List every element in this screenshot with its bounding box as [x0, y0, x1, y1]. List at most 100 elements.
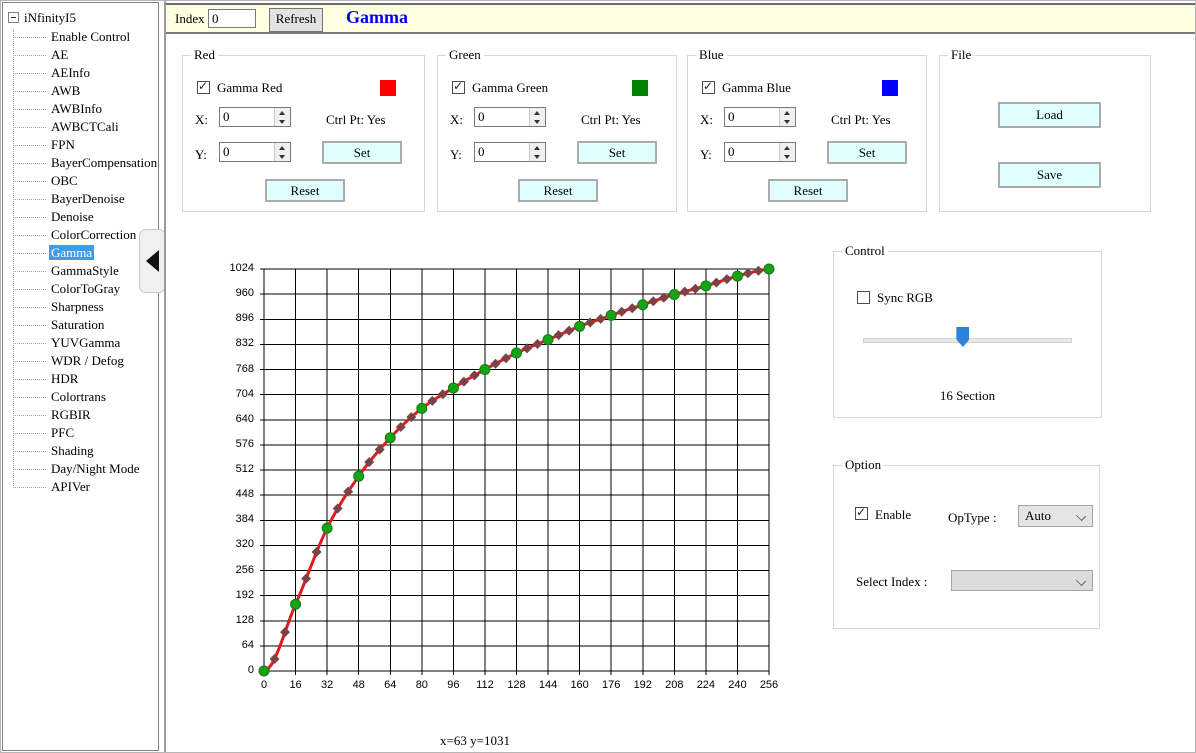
reset-button[interactable]: Reset	[518, 179, 598, 202]
tree-item-saturation[interactable]: Saturation	[3, 316, 158, 334]
control-point-marker[interactable]	[291, 599, 301, 609]
tree-item-enable-control[interactable]: Enable Control	[3, 28, 158, 46]
tree-item-gamma[interactable]: Gamma	[3, 244, 158, 262]
y-label: Y:	[450, 147, 462, 163]
y-spinner[interactable]: 0	[474, 142, 546, 162]
gamma-blue-checkbox[interactable]	[702, 81, 715, 94]
refresh-button[interactable]: Refresh	[269, 8, 323, 32]
x-axis-tick: 256	[754, 679, 784, 691]
reset-button[interactable]: Reset	[768, 179, 848, 202]
select-index-dropdown[interactable]	[951, 570, 1093, 591]
tree-item-shading[interactable]: Shading	[3, 442, 158, 460]
tree-item-fpn[interactable]: FPN	[3, 136, 158, 154]
control-point-marker[interactable]	[669, 290, 679, 300]
blue-color-swatch	[882, 80, 898, 96]
tree-item-denoise[interactable]: Denoise	[3, 208, 158, 226]
y-spinner[interactable]: 0	[219, 142, 291, 162]
tree-item-ae[interactable]: AE	[3, 46, 158, 64]
file-group-title: File	[948, 47, 974, 63]
control-point-marker[interactable]	[512, 348, 522, 358]
optype-dropdown[interactable]: Auto	[1018, 505, 1093, 527]
load-button[interactable]: Load	[998, 102, 1101, 128]
collapse-minus-icon[interactable]	[8, 12, 19, 23]
tree-item-day-night-mode[interactable]: Day/Night Mode	[3, 460, 158, 478]
spin-down-icon[interactable]	[530, 117, 545, 126]
panel-collapse-handle[interactable]	[139, 229, 166, 293]
tree-item-sharpness[interactable]: Sharpness	[3, 298, 158, 316]
tree-root-label[interactable]: iNfinityI5	[24, 8, 76, 28]
sync-rgb-checkbox[interactable]	[857, 291, 870, 304]
y-spinner[interactable]: 0	[724, 142, 796, 162]
tree-item-aeinfo[interactable]: AEInfo	[3, 64, 158, 82]
x-spinner[interactable]: 0	[724, 107, 796, 127]
spin-down-icon[interactable]	[275, 152, 290, 161]
select-index-label: Select Index :	[856, 574, 927, 590]
y-label: Y:	[700, 147, 712, 163]
control-point-marker[interactable]	[480, 365, 490, 375]
tree-item-awbinfo[interactable]: AWBInfo	[3, 100, 158, 118]
control-point-marker[interactable]	[417, 403, 427, 413]
y-axis-tick: 704	[206, 388, 254, 400]
x-axis-tick: 64	[375, 679, 405, 691]
x-axis-tick: 32	[312, 679, 342, 691]
tree-item-apiver[interactable]: APIVer	[3, 478, 158, 496]
set-button[interactable]: Set	[577, 141, 657, 164]
diamond-marker	[301, 574, 311, 584]
spin-down-icon[interactable]	[780, 117, 795, 126]
green-group-title: Green	[446, 47, 484, 63]
control-point-marker[interactable]	[764, 264, 774, 274]
gamma-curve-chart[interactable]	[258, 263, 775, 678]
control-point-marker[interactable]	[354, 471, 364, 481]
gamma-red-checkbox[interactable]	[197, 81, 210, 94]
reset-button[interactable]: Reset	[265, 179, 345, 202]
tree-item-colorcorrection[interactable]: ColorCorrection	[3, 226, 158, 244]
y-axis-tick: 320	[206, 538, 254, 550]
y-value: 0	[728, 144, 735, 160]
index-input[interactable]	[208, 9, 256, 28]
x-spinner[interactable]: 0	[219, 107, 291, 127]
tree-item-yuvgamma[interactable]: YUVGamma	[3, 334, 158, 352]
control-point-marker[interactable]	[575, 321, 585, 331]
control-point-marker[interactable]	[259, 666, 269, 676]
tree-item-hdr[interactable]: HDR	[3, 370, 158, 388]
tree-item-colortogray[interactable]: ColorToGray	[3, 280, 158, 298]
gamma-green-checkbox[interactable]	[452, 81, 465, 94]
save-button[interactable]: Save	[998, 162, 1101, 188]
tree-root[interactable]: iNfinityI5	[3, 8, 158, 28]
ctrl-pt-status: Ctrl Pt: Yes	[326, 112, 386, 128]
tree-item-bayercompensation[interactable]: BayerCompensation	[3, 154, 158, 172]
tree-item-rgbir[interactable]: RGBIR	[3, 406, 158, 424]
sync-rgb-label: Sync RGB	[877, 290, 933, 306]
tree-item-gammastyle[interactable]: GammaStyle	[3, 262, 158, 280]
tree-item-wdr-defog[interactable]: WDR / Defog	[3, 352, 158, 370]
control-point-marker[interactable]	[543, 335, 553, 345]
blue-group-title: Blue	[696, 47, 727, 63]
x-axis-tick: 208	[659, 679, 689, 691]
tree-item-obc[interactable]: OBC	[3, 172, 158, 190]
tree-item-pfc[interactable]: PFC	[3, 424, 158, 442]
tree-item-colortrans[interactable]: Colortrans	[3, 388, 158, 406]
control-point-marker[interactable]	[732, 271, 742, 281]
section-count-label: 16 Section	[834, 388, 1101, 404]
x-axis-tick: 96	[438, 679, 468, 691]
control-point-marker[interactable]	[322, 523, 332, 533]
x-spinner[interactable]: 0	[474, 107, 546, 127]
control-point-marker[interactable]	[448, 383, 458, 393]
ctrl-pt-status: Ctrl Pt: Yes	[581, 112, 641, 128]
control-point-marker[interactable]	[638, 300, 648, 310]
y-axis-tick: 0	[206, 664, 254, 676]
section-slider-thumb[interactable]	[956, 327, 969, 347]
control-point-marker[interactable]	[385, 433, 395, 443]
set-button[interactable]: Set	[827, 141, 907, 164]
tree-item-awb[interactable]: AWB	[3, 82, 158, 100]
y-value: 0	[223, 144, 230, 160]
control-point-marker[interactable]	[701, 281, 711, 291]
tree-item-awbctcali[interactable]: AWBCTCali	[3, 118, 158, 136]
spin-down-icon[interactable]	[275, 117, 290, 126]
control-point-marker[interactable]	[606, 310, 616, 320]
set-button[interactable]: Set	[322, 141, 402, 164]
enable-checkbox[interactable]	[855, 507, 868, 520]
tree-item-bayerdenoise[interactable]: BayerDenoise	[3, 190, 158, 208]
spin-down-icon[interactable]	[530, 152, 545, 161]
spin-down-icon[interactable]	[780, 152, 795, 161]
